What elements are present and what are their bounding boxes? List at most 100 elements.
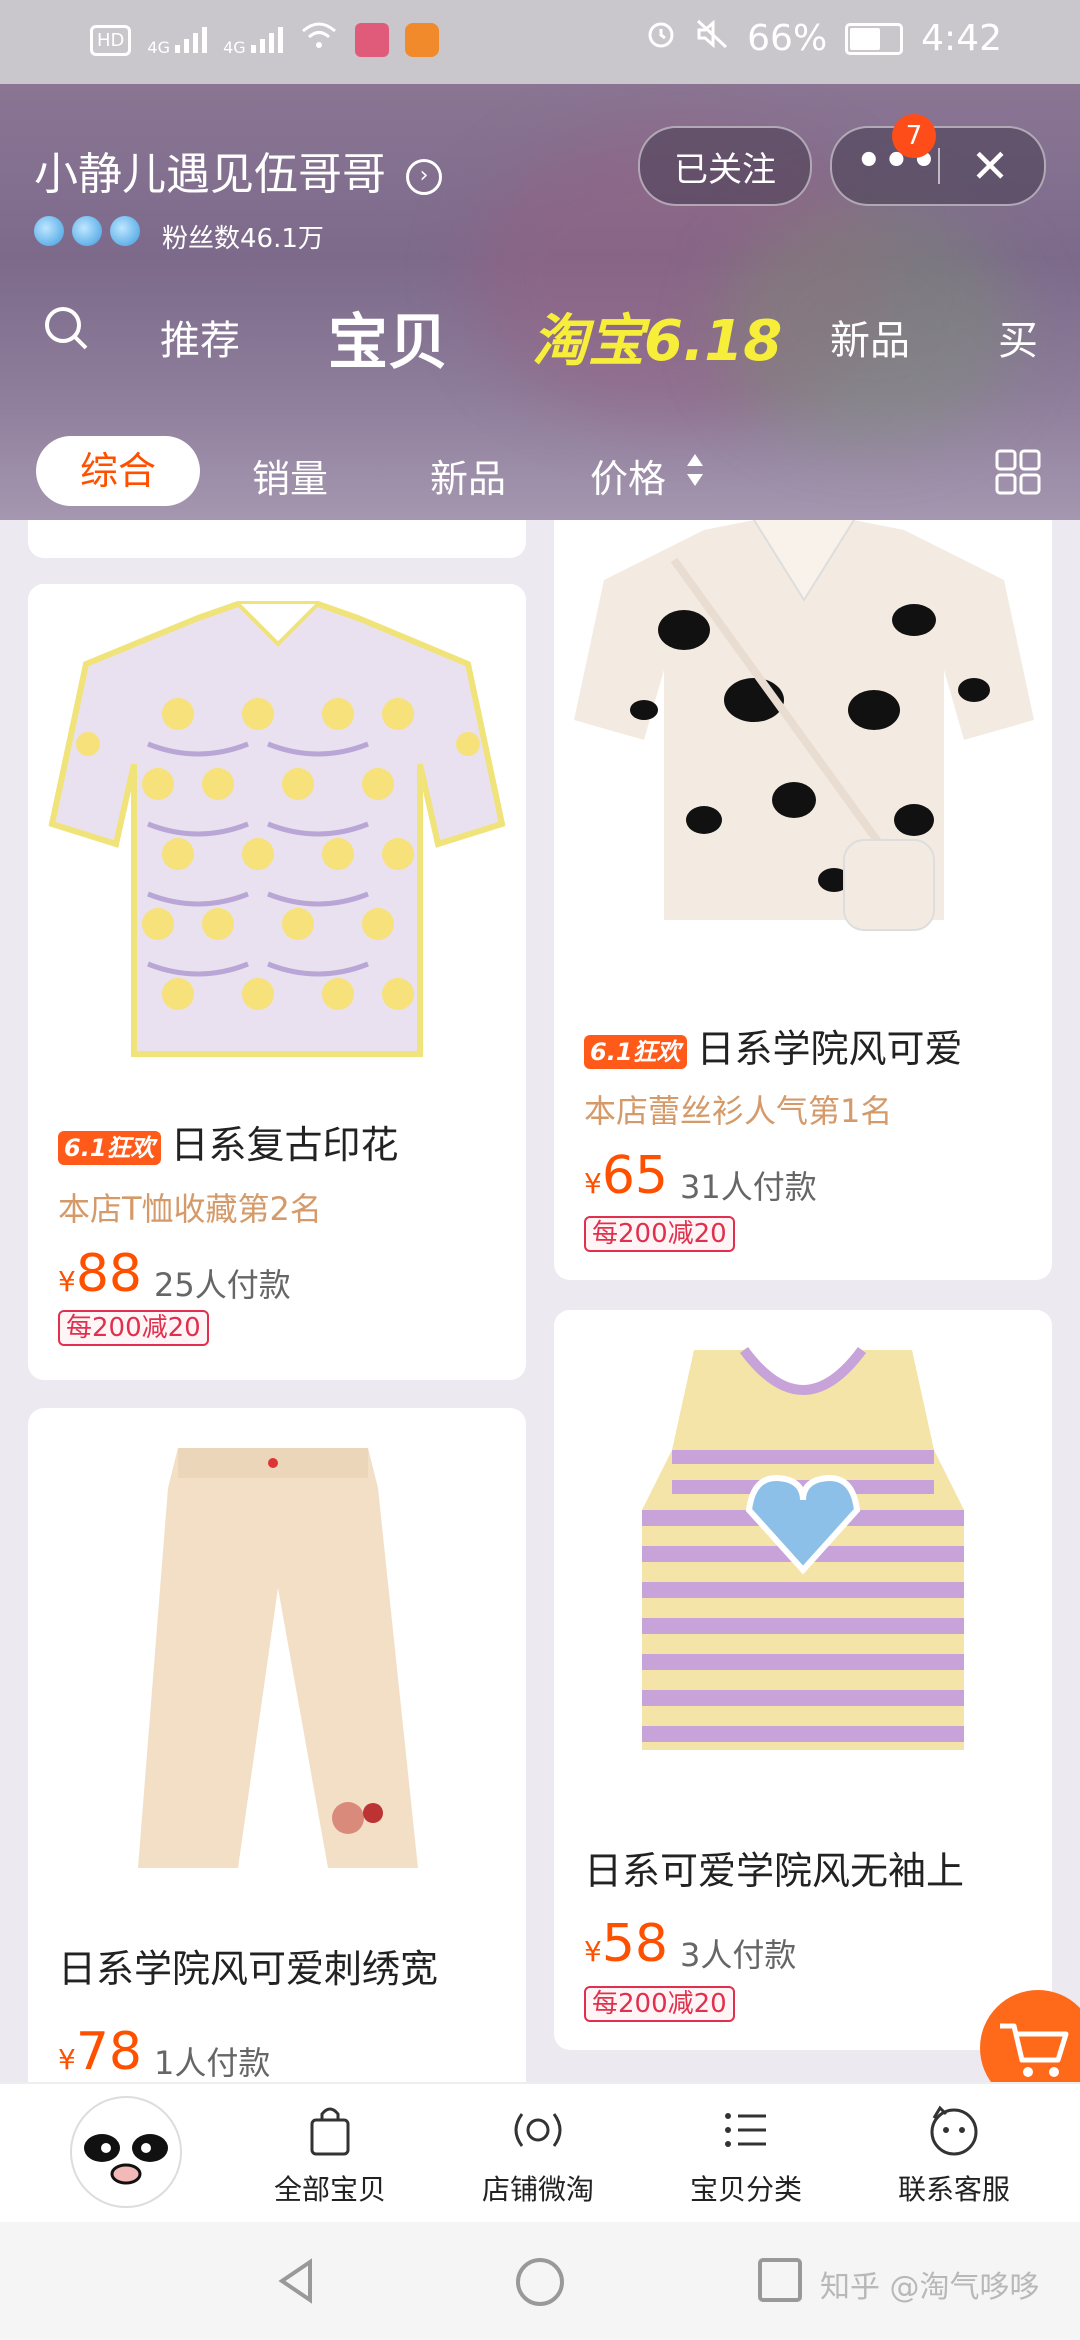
product-title-text: 日系学院风可爱: [696, 1027, 963, 1071]
product-title-text: 日系复古印花: [170, 1123, 399, 1167]
tab-buy[interactable]: 买: [998, 308, 1038, 366]
sort-sales[interactable]: 销量: [252, 448, 328, 503]
nav-all-products[interactable]: 全部宝贝: [260, 2100, 400, 2208]
payment-count: 3人付款: [680, 1936, 797, 1974]
product-image: [554, 520, 1052, 1000]
payment-count: 31人付款: [680, 1168, 817, 1206]
product-rank: 本店蕾丝衫人气第1名: [584, 1092, 893, 1130]
sort-arrows-icon: [687, 454, 703, 486]
panda-logo-icon: [82, 2118, 170, 2198]
nav-category[interactable]: 宝贝分类: [676, 2100, 816, 2208]
tab-recommend[interactable]: 推荐: [160, 308, 240, 366]
status-right: 66% 4:42: [645, 18, 1002, 59]
tab-new[interactable]: 新品: [830, 308, 910, 366]
chevron-right-icon: ›: [406, 159, 442, 195]
product-title: 日系学院风可爱刺绣宽: [58, 1947, 439, 1991]
hd-indicator: HD: [90, 24, 132, 56]
follow-button[interactable]: 已关注: [638, 126, 812, 206]
product-card[interactable]: 日系可爱学院风无袖上 ¥58 3人付款 每200减20: [554, 1310, 1052, 2050]
currency-symbol: ¥: [584, 1167, 602, 1200]
coupon-badge: 每200减20: [584, 1986, 735, 2022]
product-price: ¥58: [584, 1914, 668, 1974]
list-icon: [725, 2113, 766, 2147]
close-button[interactable]: ✕: [962, 138, 1018, 194]
crown-icon: [34, 216, 64, 246]
crown-icon: [72, 216, 102, 246]
network-type-1: 4G: [147, 38, 170, 57]
shop-header: 小静儿遇见伍哥哥 › 粉丝数46.1万 已关注 ••• ✕ 7 推荐 宝贝 淘宝…: [0, 84, 1080, 520]
payment-count: 25人付款: [154, 1266, 291, 1304]
nav-customer-service[interactable]: 联系客服: [884, 2100, 1024, 2208]
battery-icon: [845, 22, 904, 55]
capsule-menu: ••• ✕: [830, 126, 1046, 206]
product-title: 6.1狂欢 日系复古印花: [58, 1114, 399, 1169]
product-title: 6.1狂欢 日系学院风可爱: [584, 1018, 963, 1073]
product-card[interactable]: 6.1狂欢 日系学院风可爱 本店蕾丝衫人气第1名 ¥65 31人付款 每200减2…: [554, 520, 1052, 1280]
sort-overall[interactable]: 综合: [36, 436, 200, 506]
product-image: [554, 1310, 1052, 1790]
home-icon[interactable]: [514, 2256, 566, 2308]
back-icon[interactable]: [272, 2256, 322, 2306]
currency-symbol: ¥: [58, 1265, 76, 1298]
coupon-badge: 每200减20: [584, 1216, 735, 1252]
sort-price[interactable]: 价格: [590, 448, 666, 503]
product-image: [28, 584, 526, 1084]
nav-weitao[interactable]: 店铺微淘: [468, 2100, 608, 2208]
promo-badge: 6.1狂欢: [584, 1034, 687, 1069]
app-notification-icon-2: [404, 23, 439, 57]
mute-icon: [695, 18, 729, 59]
customer-service-icon: [930, 2105, 978, 2156]
fans-count: 粉丝数46.1万: [162, 224, 324, 254]
battery-percent: 66%: [747, 18, 828, 59]
nav-category-label: 宝贝分类: [689, 2173, 802, 2206]
signal-icon-1: 4G: [147, 23, 208, 57]
shopping-bag-icon: [310, 2107, 350, 2156]
price-value: 65: [601, 1146, 668, 1206]
currency-symbol: ¥: [58, 2043, 76, 2076]
crown-icon: [110, 216, 140, 246]
shop-name-link[interactable]: 小静儿遇见伍哥哥 ›: [34, 138, 442, 202]
product-card[interactable]: 6.1狂欢 日系复古印花 本店T恤收藏第2名 ¥88 25人付款 每200减20: [28, 584, 526, 1380]
network-type-2: 4G: [223, 38, 246, 57]
product-grid: 6.1狂欢 日系复古印花 本店T恤收藏第2名 ¥88 25人付款 每200减20 …: [0, 520, 1080, 2082]
payment-count: 1人付款: [154, 2044, 271, 2082]
shop-name: 小静儿遇见伍哥哥: [34, 149, 386, 200]
capsule-divider: [938, 148, 940, 184]
sort-new[interactable]: 新品: [430, 448, 506, 503]
recents-icon[interactable]: [756, 2256, 804, 2304]
clock: 4:42: [921, 18, 1002, 59]
product-card[interactable]: 日系学院风可爱刺绣宽 ¥78 1人付款: [28, 1408, 526, 2082]
product-image: [28, 1428, 526, 1908]
product-price: ¥88: [58, 1244, 142, 1304]
promo-badge: 6.1狂欢: [58, 1130, 161, 1165]
shop-level-crowns: [34, 216, 140, 246]
tab-event-618[interactable]: 淘宝6.18: [532, 296, 782, 377]
watermark: 知乎 @淘气哆哆: [820, 2270, 1040, 2305]
grid-view-icon[interactable]: [994, 448, 1042, 496]
notification-badge: 7: [892, 114, 936, 158]
product-price: ¥65: [584, 1146, 668, 1206]
broadcast-icon: [514, 2113, 562, 2147]
shop-avatar[interactable]: [70, 2096, 182, 2208]
nav-customer-service-label: 联系客服: [897, 2173, 1010, 2206]
wifi-icon: [299, 20, 339, 60]
status-left: HD 4G 4G: [90, 20, 439, 60]
nav-weitao-label: 店铺微淘: [481, 2173, 594, 2206]
price-value: 88: [75, 1244, 142, 1304]
tab-products[interactable]: 宝贝: [328, 294, 448, 381]
price-value: 78: [75, 2022, 142, 2082]
signal-icon-2: 4G: [223, 23, 283, 57]
system-navigation-bar: 知乎 @淘气哆哆: [0, 2222, 1080, 2340]
product-title: 日系可爱学院风无袖上: [584, 1849, 965, 1893]
product-price: ¥78: [58, 2022, 142, 2082]
alarm-icon: [645, 18, 677, 59]
shop-bottom-nav: 全部宝贝 店铺微淘 宝贝分类 联系客服: [0, 2082, 1080, 2224]
coupon-badge: 每200减20: [58, 1310, 209, 1346]
search-icon[interactable]: [42, 304, 90, 352]
app-notification-icon: [354, 23, 389, 57]
price-value: 58: [601, 1914, 668, 1974]
product-card[interactable]: [28, 520, 526, 558]
shop-tabs: 推荐 宝贝 淘宝6.18 新品 买: [0, 280, 1080, 380]
product-rank: 本店T恤收藏第2名: [58, 1190, 322, 1228]
nav-all-products-label: 全部宝贝: [273, 2173, 386, 2206]
